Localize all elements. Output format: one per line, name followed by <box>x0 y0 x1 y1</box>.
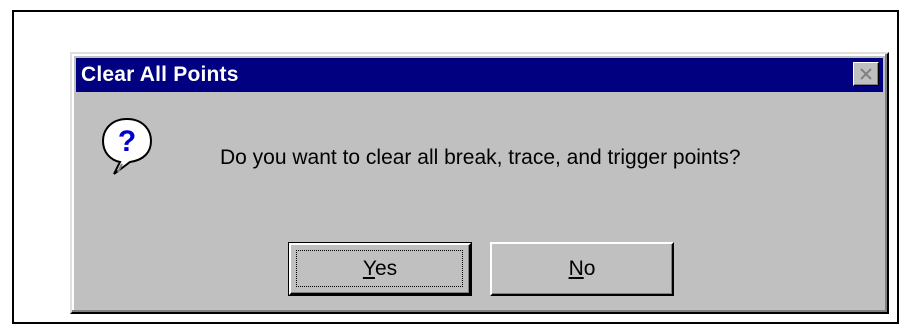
question-icon: ? <box>101 117 153 175</box>
no-button-label: No <box>569 257 596 281</box>
yes-mnemonic: Y <box>362 257 375 280</box>
clear-all-points-dialog: Clear All Points ? Do you want to clear … <box>70 52 889 314</box>
title-bar[interactable]: Clear All Points <box>76 58 883 92</box>
no-rest: o <box>583 257 596 280</box>
yes-button-label: Yes <box>363 257 397 281</box>
svg-text:?: ? <box>118 125 136 158</box>
no-mnemonic: N <box>568 257 584 280</box>
close-button[interactable] <box>853 62 879 86</box>
dialog-message: Do you want to clear all break, trace, a… <box>220 146 741 169</box>
close-icon <box>860 68 872 80</box>
screenshot-frame: Clear All Points ? Do you want to clear … <box>12 10 899 324</box>
yes-rest: es <box>374 257 398 280</box>
yes-button[interactable]: Yes <box>288 242 472 296</box>
no-button[interactable]: No <box>490 242 674 296</box>
dialog-title: Clear All Points <box>81 63 239 86</box>
